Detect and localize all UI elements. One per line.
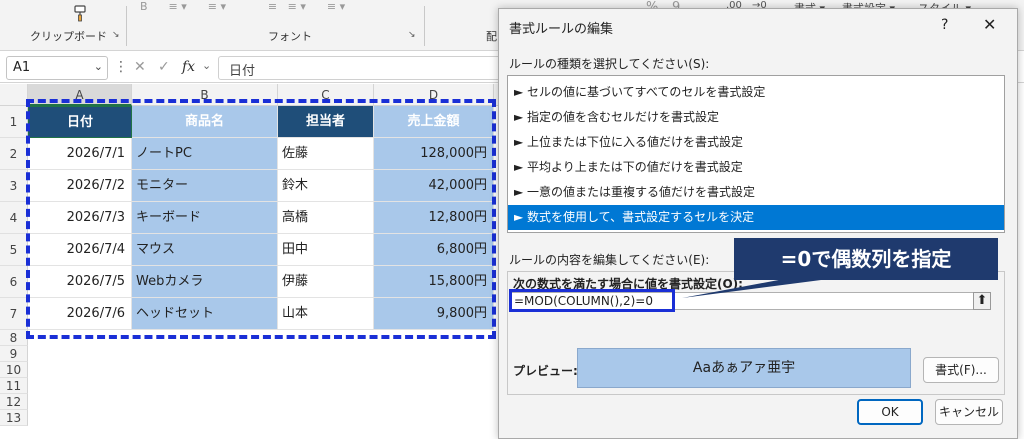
column-header-a[interactable]: A	[28, 84, 132, 106]
select-rule-type-label: ルールの種類を選択してください(S):	[509, 57, 710, 71]
worksheet-grid: A B C D 1 2 3 4 5 6 7 8 9 10 11 12 13 日付…	[0, 84, 500, 439]
cell-c1[interactable]: 担当者	[278, 106, 374, 138]
cell-a6[interactable]: 2026/7/5	[28, 266, 132, 298]
alignment-group-label-partial: 配	[486, 30, 497, 43]
cell-b7[interactable]: ヘッドセット	[132, 298, 278, 330]
cell-a3[interactable]: 2026/7/2	[28, 170, 132, 202]
cell-d6[interactable]: 15,800円	[374, 266, 494, 298]
formula-field-value: =MOD(COLUMN(),2)=0	[514, 294, 653, 308]
format-painter-icon[interactable]	[72, 4, 90, 22]
formula-condition-label: 次の数式を満たす場合に値を書式設定(O):	[513, 277, 743, 291]
rule-type-list[interactable]: ► セルの値に基づいてすべてのセルを書式設定 ► 指定の値を含むセルだけを書式設…	[507, 75, 1005, 233]
font-group-label: フォント	[268, 30, 312, 43]
close-icon[interactable]: ✕	[983, 15, 996, 34]
cell-b6[interactable]: Webカメラ	[132, 266, 278, 298]
rule-type-item[interactable]: ► 平均より上または下の値だけを書式設定	[508, 155, 1004, 180]
help-icon[interactable]: ?	[941, 17, 948, 33]
rule-type-item[interactable]: ► 上位または下位に入る値だけを書式設定	[508, 130, 1004, 155]
clipboard-launcher-icon[interactable]: ↘	[112, 30, 120, 40]
formula-input-value: 日付	[229, 64, 256, 79]
cell-b1[interactable]: 商品名	[132, 106, 278, 138]
rule-type-item-selected[interactable]: ► 数式を使用して、書式設定するセルを決定	[508, 205, 1004, 230]
formula-field[interactable]: =MOD(COLUMN(),2)=0	[511, 292, 991, 310]
select-all-corner[interactable]	[0, 84, 28, 106]
column-header-d[interactable]: D	[374, 84, 494, 106]
cell-c6[interactable]: 伊藤	[278, 266, 374, 298]
row-header-2[interactable]: 2	[0, 138, 28, 170]
insert-function-icon[interactable]: fx	[182, 59, 195, 75]
row-header-10[interactable]: 10	[0, 362, 28, 378]
row-header-5[interactable]: 5	[0, 234, 28, 266]
cancel-icon[interactable]: ✕	[134, 59, 146, 75]
cell-b3[interactable]: モニター	[132, 170, 278, 202]
row-header-12[interactable]: 12	[0, 394, 28, 410]
row-header-4[interactable]: 4	[0, 202, 28, 234]
name-box[interactable]: A1 ⌄	[6, 56, 108, 80]
cell-c7[interactable]: 山本	[278, 298, 374, 330]
edit-rule-description-label: ルールの内容を編集してください(E):	[509, 253, 710, 267]
dialog-title: 書式ルールの編集	[509, 22, 614, 37]
column-header-b[interactable]: B	[132, 84, 278, 106]
rule-type-item[interactable]: ► 指定の値を含むセルだけを書式設定	[508, 105, 1004, 130]
row-header-1[interactable]: 1	[0, 106, 28, 138]
row-header-6[interactable]: 6	[0, 266, 28, 298]
edit-formatting-rule-dialog: 書式ルールの編集 ? ✕ ルールの種類を選択してください(S): ► セルの値に…	[498, 8, 1018, 439]
rule-type-item[interactable]: ► 一意の値または重複する値だけを書式設定	[508, 180, 1004, 205]
cell-d5[interactable]: 6,800円	[374, 234, 494, 266]
cell-c2[interactable]: 佐藤	[278, 138, 374, 170]
cell-d4[interactable]: 12,800円	[374, 202, 494, 234]
cell-c3[interactable]: 鈴木	[278, 170, 374, 202]
cell-d2[interactable]: 128,000円	[374, 138, 494, 170]
fx-chevron-icon[interactable]: ⌄	[202, 59, 211, 72]
collapse-dialog-icon[interactable]: ⬆	[973, 292, 991, 310]
cell-d3[interactable]: 42,000円	[374, 170, 494, 202]
cell-c5[interactable]: 田中	[278, 234, 374, 266]
row-header-7[interactable]: 7	[0, 298, 28, 330]
cell-a1[interactable]: 日付	[28, 106, 132, 138]
callout-annotation: =0で偶数列を指定	[734, 238, 998, 280]
row-header-13[interactable]: 13	[0, 410, 28, 426]
column-header-c[interactable]: C	[278, 84, 374, 106]
chevron-down-icon[interactable]: ⌄	[94, 60, 103, 73]
cell-b4[interactable]: キーボード	[132, 202, 278, 234]
enter-icon[interactable]: ✓	[158, 59, 170, 75]
cell-c4[interactable]: 高橋	[278, 202, 374, 234]
preview-label: プレビュー:	[513, 364, 578, 378]
cell-d1[interactable]: 売上金額	[374, 106, 494, 138]
ok-button[interactable]: OK	[857, 399, 923, 425]
name-box-value: A1	[13, 60, 31, 75]
cell-a5[interactable]: 2026/7/4	[28, 234, 132, 266]
font-launcher-icon[interactable]: ↘	[408, 30, 416, 40]
format-button[interactable]: 書式(F)...	[923, 357, 999, 383]
cell-a2[interactable]: 2026/7/1	[28, 138, 132, 170]
row-header-9[interactable]: 9	[0, 346, 28, 362]
cell-b2[interactable]: ノートPC	[132, 138, 278, 170]
row-header-8[interactable]: 8	[0, 330, 28, 346]
cell-a7[interactable]: 2026/7/6	[28, 298, 132, 330]
cell-d7[interactable]: 9,800円	[374, 298, 494, 330]
ribbon-partial-icons: B ≡ ▾ ≡ ▾ ≡ ≡ ▾ ≡ ▾	[140, 0, 346, 13]
formula-input[interactable]: 日付	[218, 56, 510, 80]
clipboard-group-label: クリップボード	[30, 30, 107, 43]
preview-sample: Aaあぁアァ亜宇	[577, 348, 911, 388]
rule-type-item[interactable]: ► セルの値に基づいてすべてのセルを書式設定	[508, 80, 1004, 105]
row-header-3[interactable]: 3	[0, 170, 28, 202]
row-header-11[interactable]: 11	[0, 378, 28, 394]
more-options-icon[interactable]: ⋮	[114, 59, 128, 75]
cell-a4[interactable]: 2026/7/3	[28, 202, 132, 234]
cell-b5[interactable]: マウス	[132, 234, 278, 266]
cancel-button[interactable]: キャンセル	[935, 399, 1003, 425]
